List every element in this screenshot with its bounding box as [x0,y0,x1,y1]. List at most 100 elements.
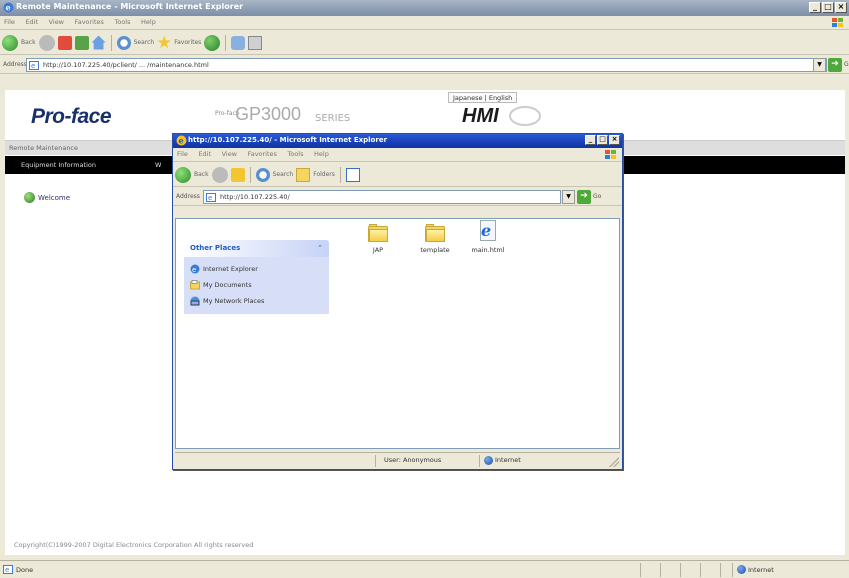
toolbar-separator [339,166,341,183]
menu-tools[interactable]: Tools [283,148,307,160]
folders-icon[interactable] [296,167,311,182]
status-divider [720,563,721,577]
close-button[interactable]: × [609,135,620,145]
refresh-icon[interactable] [74,35,89,50]
chevron-up-icon[interactable]: ⌃ [315,243,325,253]
inner-address-bar: Address e http://10.107.225.40/ ▼ ➔ Go [173,188,622,206]
mail-icon[interactable] [231,35,246,50]
menu-edit[interactable]: Edit [21,16,42,28]
maximize-button[interactable]: □ [597,135,608,145]
go-arrow-icon[interactable]: ➔ [828,58,842,72]
task-item-label: My Documents [203,281,252,289]
maximize-button[interactable]: □ [822,2,834,13]
toolbar-separator [110,34,112,51]
other-places-header[interactable]: Other Places ⌃ [184,240,329,257]
other-places-heading: Other Places [190,244,241,252]
forward-icon[interactable] [38,34,55,51]
minimize-button[interactable]: _ [585,135,596,145]
outer-menu-bar: File Edit View Favorites Tools Help [0,16,849,30]
page-icon: e [29,61,39,70]
toolbar-separator [225,34,227,51]
inner-toolbar: Back Search Folders [173,163,622,187]
file-label: main.html [471,246,505,254]
gp3000-logo: GP3000 [235,104,302,124]
back-label[interactable]: Back [194,171,209,178]
search-icon[interactable] [116,35,131,50]
svg-text:e: e [6,3,11,13]
inner-window-title: http://10.107.225.40/ - Microsoft Intern… [188,136,388,144]
menu-help[interactable]: Help [137,16,160,28]
minimize-button[interactable]: _ [809,2,821,13]
stop-icon[interactable] [57,35,72,50]
file-item-template-folder[interactable]: template [413,224,457,254]
folder-view: Other Places ⌃ e Internet Explorer My Do… [175,218,620,449]
address-dropdown-button[interactable]: ▼ [813,58,826,72]
menu-tools[interactable]: Tools [110,16,134,28]
ie-icon: e [176,135,187,146]
menu-favorites[interactable]: Favorites [244,148,281,160]
proface-logo: Pro-face [31,105,112,128]
outer-status-bar: e Done Internet [0,560,849,578]
menu-edit[interactable]: Edit [194,148,215,160]
back-label[interactable]: Back [21,39,36,46]
close-button[interactable]: × [835,2,847,13]
media-icon[interactable] [204,34,221,51]
forward-icon[interactable] [211,166,228,183]
menu-help[interactable]: Help [310,148,333,160]
menu-view[interactable]: View [218,148,241,160]
address-input[interactable]: e http://10.107.225.40/ [203,190,561,204]
go-label[interactable]: Go [844,61,849,68]
windows-flag-icon [605,150,616,159]
views-icon[interactable] [345,167,360,182]
svg-text:e: e [5,566,9,574]
status-divider [700,563,701,577]
favorites-star-icon[interactable] [157,35,171,49]
other-places-item-internet-explorer[interactable]: e Internet Explorer [190,261,323,277]
back-icon[interactable] [2,34,18,51]
favorites-label[interactable]: Favorites [174,39,201,46]
search-icon[interactable] [255,167,270,182]
documents-folder-icon [190,280,200,290]
outer-title-bar[interactable]: e Remote Maintenance - Microsoft Interne… [0,0,849,16]
menu-favorites[interactable]: Favorites [71,16,108,28]
ie-icon: e [3,2,14,13]
remote-maintenance-label: Remote Maintenance [9,144,79,152]
language-links[interactable]: Japanese | English [448,92,518,103]
address-url: http://10.107.225.40/pclient/ ... /maint… [43,61,209,69]
internet-zone-icon [737,565,746,574]
file-item-jap-folder[interactable]: JAP [356,224,400,254]
menu-file[interactable]: File [0,16,19,28]
search-label[interactable]: Search [134,39,155,46]
back-icon[interactable] [175,166,191,183]
up-folder-icon[interactable] [230,167,245,182]
address-label: Address [3,61,27,68]
svg-text:e: e [31,62,35,70]
network-places-icon [190,296,200,306]
file-item-main-html[interactable]: e main.html [466,220,510,254]
go-arrow-icon[interactable]: ➔ [577,190,591,204]
print-icon[interactable] [248,35,263,50]
menu-file[interactable]: File [173,148,192,160]
welcome-link[interactable]: Welcome [24,192,70,203]
address-dropdown-button[interactable]: ▼ [562,190,575,204]
go-label[interactable]: Go [593,193,601,200]
page-done-icon: e [3,565,13,574]
svg-text:e: e [208,194,212,202]
menu-view[interactable]: View [45,16,68,28]
folders-label[interactable]: Folders [313,171,335,178]
inner-title-bar[interactable]: e http://10.107.225.40/ - Microsoft Inte… [173,134,622,148]
menu-second-item[interactable]: W [155,161,161,169]
address-url: http://10.107.225.40/ [220,193,290,201]
menu-equipment-information[interactable]: Equipment Information [21,161,96,169]
status-divider [640,563,641,577]
other-places-item-my-documents[interactable]: My Documents [190,277,323,293]
address-input[interactable]: e http://10.107.225.40/pclient/ ... /mai… [26,58,827,72]
home-icon[interactable] [91,35,106,50]
other-places-item-network-places[interactable]: My Network Places [190,293,323,309]
file-label: JAP [372,246,384,254]
task-item-label: My Network Places [203,297,265,305]
search-label[interactable]: Search [273,171,294,178]
ie-document-icon: e [478,220,498,242]
resize-grip[interactable] [609,457,619,467]
status-zone: Internet [748,566,774,574]
